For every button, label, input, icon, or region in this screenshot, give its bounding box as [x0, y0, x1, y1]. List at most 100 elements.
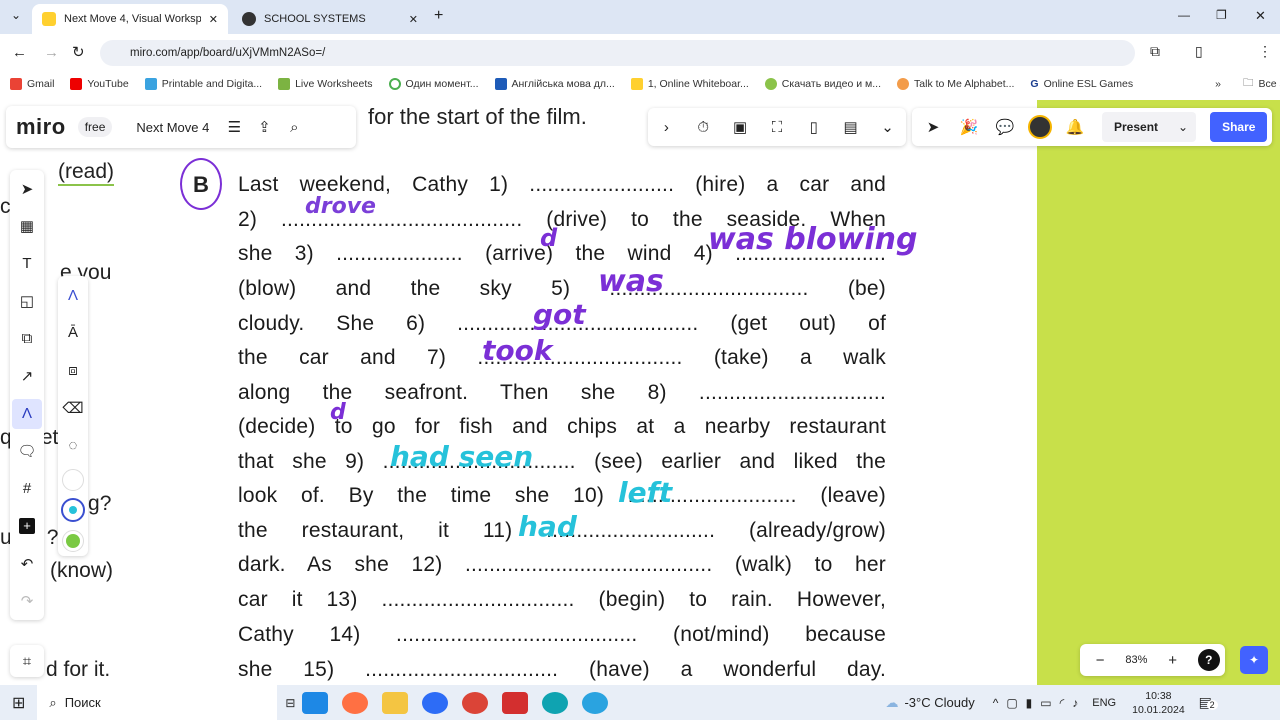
chrome-icon[interactable] [462, 691, 489, 714]
windows-start-icon[interactable]: ⊞ [12, 693, 25, 713]
new-tab-icon[interactable]: + [434, 7, 443, 25]
bookmark-youtube[interactable]: YouTube [70, 78, 129, 90]
handwritten-answer[interactable]: left [618, 476, 672, 509]
timer-icon[interactable]: ⏱ [688, 112, 718, 142]
weather-widget[interactable]: ☁ -3°C Cloudy [885, 695, 974, 711]
frames-panel-button[interactable]: ⌗ [10, 645, 44, 677]
frame-icon[interactable]: # [12, 474, 42, 504]
board-name[interactable]: Next Move 4 [136, 120, 209, 135]
pen-icon[interactable]: Λ [58, 280, 88, 310]
handwritten-answer[interactable]: drove [305, 194, 376, 219]
reload-icon[interactable]: ↻ [72, 43, 85, 61]
sticky-note-icon[interactable]: ◱ [12, 286, 42, 316]
handwritten-answer[interactable]: d [540, 224, 557, 252]
text-tool-icon[interactable]: T [12, 249, 42, 279]
celebrate-icon[interactable]: 🎉 [954, 112, 984, 142]
zoom-app-icon[interactable] [422, 691, 449, 714]
close-tab-icon[interactable]: ✕ [209, 13, 218, 26]
copilot-icon[interactable] [342, 691, 369, 714]
voting-icon[interactable]: ▯ [799, 112, 829, 142]
select-cursor-icon[interactable]: ➤ [12, 174, 42, 204]
extensions-icon[interactable]: ⧉ [1150, 43, 1160, 60]
miro-logo[interactable]: miro [16, 114, 66, 140]
notes-icon[interactable]: ▤ [836, 112, 866, 142]
plan-badge[interactable]: free [77, 117, 113, 137]
hamburger-menu-icon[interactable]: ☰ [219, 112, 249, 142]
zoom-level[interactable]: 83% [1125, 654, 1147, 666]
tab-list-chevron-icon[interactable]: ⌄ [6, 8, 26, 26]
side-panel-icon[interactable]: ▯ [1195, 43, 1203, 60]
close-window-icon[interactable]: ✕ [1255, 8, 1266, 24]
thin-stroke-option[interactable] [62, 468, 84, 491]
undo-icon[interactable]: ↶ [12, 549, 42, 579]
bookmark-english[interactable]: Англійська мова дл... [494, 78, 615, 90]
bookmark-esl-games[interactable]: G Online ESL Games [1030, 78, 1133, 90]
app-icon[interactable] [502, 691, 529, 714]
back-icon[interactable]: ← [12, 44, 27, 61]
present-options-chevron-icon[interactable]: ⌄ [1170, 112, 1197, 142]
file-explorer-icon[interactable] [382, 691, 409, 714]
ai-assistant-icon[interactable]: ✦ [1240, 646, 1268, 674]
taskbar-search[interactable]: ⌕ Поиск [37, 685, 278, 720]
cursor-icon[interactable]: ➤ [918, 112, 948, 142]
pen-tool-icon[interactable]: Λ [12, 398, 42, 429]
color-option-cyan[interactable] [61, 498, 85, 523]
highlighter-icon[interactable]: Ā [58, 318, 88, 348]
user-avatar[interactable] [1028, 115, 1052, 139]
bookmark-one-moment[interactable]: Один момент... [388, 78, 479, 90]
tab-miro[interactable]: Next Move 4, Visual Workspace ✕ [32, 4, 228, 34]
system-tray-icons[interactable]: ^▢▮▭◜♪ [993, 696, 1087, 710]
card-icon[interactable]: ▣ [725, 112, 755, 142]
minimize-icon[interactable]: — [1178, 8, 1190, 22]
bookmark-download-video[interactable]: Скачать видео и м... [764, 78, 881, 90]
shapes-icon[interactable]: ⧉ [12, 324, 42, 354]
share-button[interactable]: Share [1210, 112, 1268, 142]
task-view-icon[interactable]: ⊟ [285, 696, 295, 710]
bookmark-live-worksheets[interactable]: Live Worksheets [278, 78, 373, 90]
focus-icon[interactable]: ⛶ [762, 112, 792, 142]
handwritten-answer[interactable]: took [482, 334, 552, 367]
smart-drawing-icon[interactable]: ⧈ [58, 355, 88, 385]
comments-icon[interactable]: 💬 [990, 112, 1020, 142]
mail-app-icon[interactable] [302, 691, 329, 714]
bookmark-talk-to-me[interactable]: Talk to Me Alphabet... [897, 78, 1014, 90]
bookmark-gmail[interactable]: Gmail [10, 78, 54, 90]
edge-icon[interactable] [542, 691, 569, 714]
export-icon[interactable]: ⇪ [249, 112, 279, 142]
eraser-icon[interactable]: ⌫ [58, 393, 88, 423]
connection-line-icon[interactable]: ↗ [12, 361, 42, 391]
notifications-icon[interactable]: ▤ 2 [1199, 694, 1218, 711]
color-option-green[interactable] [62, 529, 84, 552]
expand-chevron-icon[interactable]: › [651, 112, 681, 142]
handwritten-answer[interactable]: was [598, 264, 664, 299]
present-button[interactable]: Present [1102, 112, 1171, 142]
handwritten-answer[interactable]: had seen [390, 440, 533, 473]
help-button[interactable]: ? [1197, 649, 1220, 671]
bookmark-printable[interactable]: Printable and Digita... [144, 78, 262, 90]
telegram-icon[interactable] [582, 691, 609, 714]
tab-school-systems[interactable]: SCHOOL SYSTEMS ✕ [232, 4, 428, 34]
handwritten-answer[interactable]: was blowing [708, 222, 917, 257]
all-bookmarks[interactable]: 🗀 Все закладки [1243, 75, 1280, 93]
handwritten-answer[interactable]: d [330, 400, 346, 425]
bookmark-miro[interactable]: 1, Online Whiteboar... [630, 78, 749, 90]
more-bookmarks-button[interactable]: » [1215, 78, 1221, 90]
handwritten-answer[interactable]: had [518, 510, 577, 543]
zoom-out-icon[interactable]: − [1085, 645, 1115, 675]
notifications-bell-icon[interactable]: 🔔 [1060, 112, 1090, 142]
menu-icon[interactable]: ⋮ [1258, 43, 1272, 60]
url-field[interactable]: miro.com/app/board/uXjVMmN2ASo=/ [100, 40, 1135, 66]
templates-icon[interactable]: ▦ [12, 211, 42, 241]
redo-icon[interactable]: ↷ [12, 586, 42, 616]
close-tab-icon[interactable]: ✕ [409, 13, 418, 26]
handwritten-answer[interactable]: got [533, 298, 586, 331]
lasso-icon[interactable]: ◌ [58, 431, 88, 461]
zoom-in-icon[interactable]: + [1158, 645, 1188, 675]
comment-icon[interactable]: 🗨 [12, 436, 42, 466]
search-icon[interactable]: ⌕ [279, 112, 309, 142]
maximize-icon[interactable]: ❐ [1216, 8, 1227, 22]
add-more-icon[interactable]: + [12, 511, 42, 541]
more-tools-icon[interactable]: ⌄ [872, 112, 902, 142]
forward-icon[interactable]: → [44, 44, 59, 61]
clock[interactable]: 10:38 10.01.2024 [1132, 689, 1185, 717]
